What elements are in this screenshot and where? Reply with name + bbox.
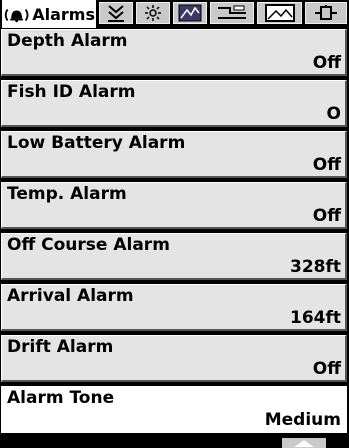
tab-setup[interactable] [136, 2, 170, 24]
scroll-up-button[interactable] [282, 438, 326, 448]
menu-item-arrival-alarm[interactable]: Arrival Alarm 164ft [0, 283, 349, 333]
menu-item-value: Medium [264, 410, 341, 430]
menu-item-value: Off [312, 359, 341, 379]
tab-view[interactable] [257, 2, 302, 24]
menu-item-drift-alarm[interactable]: Drift Alarm Off [0, 334, 349, 384]
menu-item-label: Fish ID Alarm [7, 82, 136, 102]
menu-item-value: Off [312, 206, 341, 226]
tab-sonar[interactable] [99, 2, 133, 24]
chart-settings-icon [218, 5, 246, 19]
menu-item-alarm-tone[interactable]: Alarm Tone Medium [0, 385, 349, 435]
menu-item-label: Drift Alarm [7, 337, 114, 357]
tab-navigation[interactable] [173, 2, 207, 24]
menu-item-temp-alarm[interactable]: Temp. Alarm Off [0, 181, 349, 231]
menu-item-value: 328ft [289, 257, 341, 277]
accessories-icon [315, 5, 337, 20]
menu-item-value: Off [312, 53, 341, 73]
menu-item-depth-alarm[interactable]: Depth Alarm Off [0, 28, 349, 78]
menu-item-value: 164ft [289, 308, 341, 328]
tab-accessories[interactable] [305, 2, 347, 24]
scroll-up-arrow-icon [294, 440, 314, 447]
alarm-bell-icon [4, 8, 29, 22]
landscape-view-icon [264, 4, 295, 22]
menu-item-low-battery-alarm[interactable]: Low Battery Alarm Off [0, 130, 349, 180]
menu-item-label: Off Course Alarm [7, 235, 170, 255]
menu-item-label: Arrival Alarm [7, 286, 134, 306]
menu-item-off-course-alarm[interactable]: Off Course Alarm 328ft [0, 232, 349, 282]
menu-item-label: Low Battery Alarm [7, 133, 186, 153]
menu-item-label: Alarm Tone [7, 388, 115, 408]
menu-item-label: Depth Alarm [7, 31, 128, 51]
sonar-icon [108, 5, 124, 22]
menu-tab-bar: Alarms [0, 0, 349, 28]
navigation-map-icon [178, 4, 202, 22]
tab-alarms-label: Alarms [32, 5, 95, 24]
menu-item-label: Temp. Alarm [7, 184, 127, 204]
tab-alarms[interactable]: Alarms [2, 0, 96, 28]
menu-item-value: O [326, 104, 341, 124]
menu-item-fish-id-alarm[interactable]: Fish ID Alarm O [0, 79, 349, 129]
tab-chart-settings[interactable] [210, 2, 254, 24]
setup-gear-icon [145, 5, 161, 21]
menu-item-value: Off [312, 155, 341, 175]
